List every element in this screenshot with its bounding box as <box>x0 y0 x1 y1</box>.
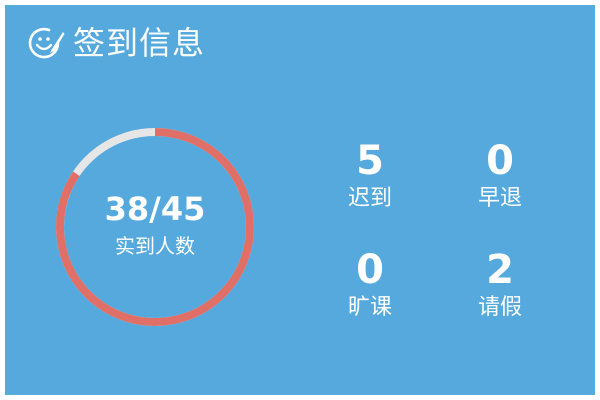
stat-early-leave-label: 早退 <box>477 186 522 211</box>
stat-leave: 2 请假 <box>440 248 560 322</box>
card-header: 签到信息 <box>25 23 205 63</box>
stat-leave-label: 请假 <box>477 295 522 320</box>
stat-early-leave-value: 0 <box>486 138 514 184</box>
attendance-card: 签到信息 38/45 实到人数 5 迟到 0 早退 0 旷课 2 请假 <box>5 5 595 395</box>
stat-absent-label: 旷课 <box>347 295 392 320</box>
stat-early-leave: 0 早退 <box>440 139 560 213</box>
attendance-ratio: 38/45 <box>104 190 206 228</box>
stat-absent-value: 0 <box>356 247 384 293</box>
attendance-ring: 38/45 实到人数 <box>55 127 255 327</box>
card-title: 签到信息 <box>73 24 206 62</box>
stat-late: 5 迟到 <box>310 139 430 213</box>
stat-late-label: 迟到 <box>347 186 392 211</box>
smiley-pen-icon <box>25 23 65 63</box>
attendance-ratio-label: 实到人数 <box>115 234 195 258</box>
stat-leave-value: 2 <box>486 247 514 293</box>
ring-center: 38/45 实到人数 <box>55 127 255 327</box>
stat-late-value: 5 <box>356 138 384 184</box>
stat-absent: 0 旷课 <box>310 248 430 322</box>
